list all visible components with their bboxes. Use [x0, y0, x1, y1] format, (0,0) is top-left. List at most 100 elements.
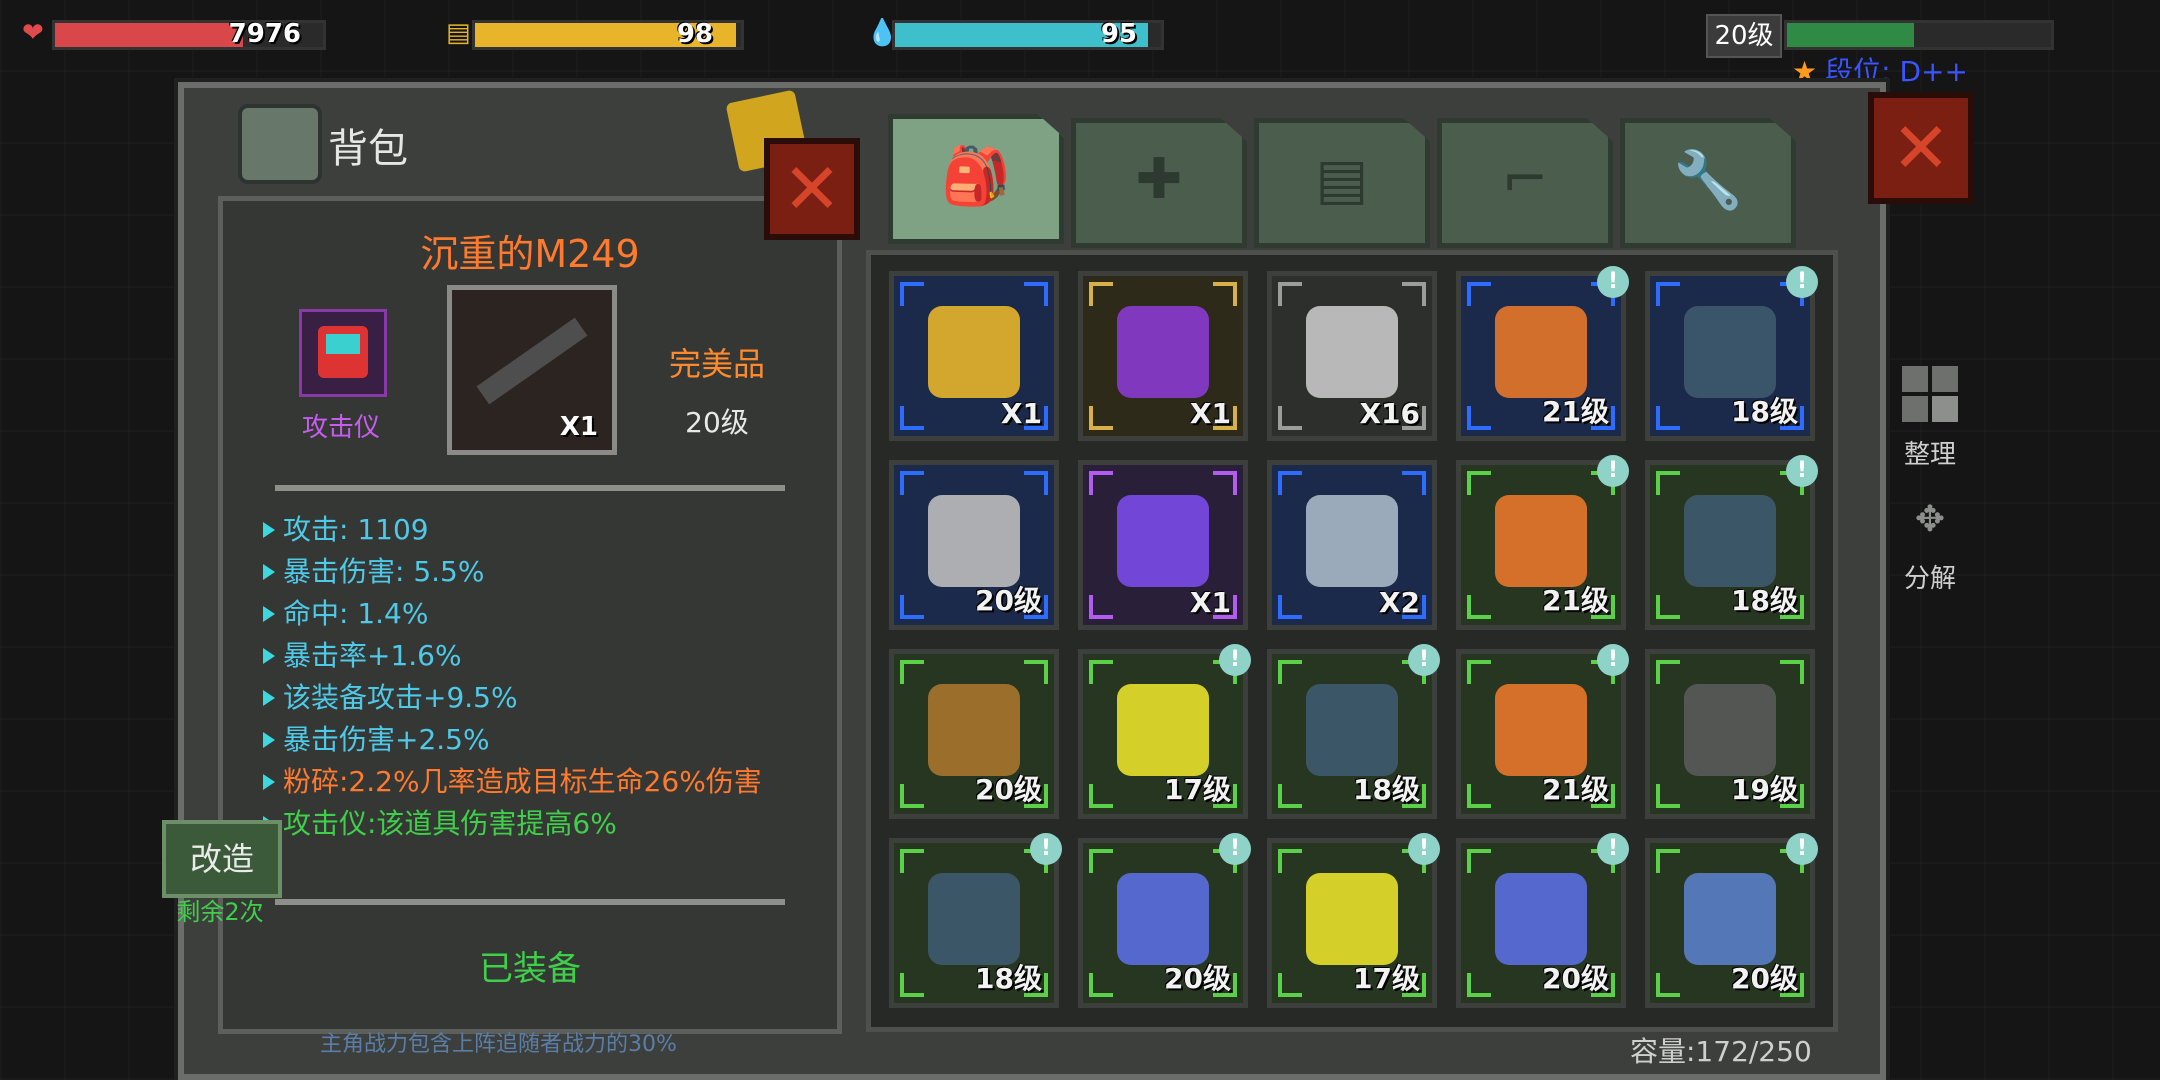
item-quality: 完美品	[668, 345, 765, 383]
cap-icon	[1306, 684, 1398, 776]
slot-corner	[1656, 471, 1680, 495]
sort-button[interactable]: 整理	[1890, 366, 1970, 471]
close-icon: ✕	[1891, 107, 1951, 189]
slot-corner	[1656, 849, 1680, 873]
cap-icon	[928, 873, 1020, 965]
health-value: 7976	[228, 19, 301, 49]
food-bar: 98	[472, 19, 744, 50]
backpack-icon	[238, 104, 322, 184]
blue-helmet-icon	[1495, 873, 1587, 965]
inventory-slot[interactable]: X1	[1078, 271, 1248, 441]
slot-corner	[1467, 471, 1491, 495]
inventory-slot[interactable]: X2	[1267, 460, 1437, 630]
slot-corner	[1467, 406, 1491, 430]
slot-corner	[900, 784, 924, 808]
slot-label: 18级	[1731, 584, 1798, 617]
materials-icon: ▤	[1315, 147, 1369, 212]
inventory-slot[interactable]: 17级!	[1078, 644, 1251, 819]
taser-gun-icon	[1306, 873, 1398, 965]
inventory-slot[interactable]: 20级!	[1456, 833, 1629, 1008]
stat-line: 攻击仪:该道具伤害提高6%	[263, 803, 762, 845]
stat-line: 攻击: 1109	[263, 509, 762, 551]
inventory-slot[interactable]: 21级!	[1456, 455, 1629, 630]
slot-corner	[1089, 973, 1113, 997]
slot-label: 17级	[1353, 962, 1420, 995]
stat-line: 该装备攻击+9.5%	[263, 677, 762, 719]
weapon-slot[interactable]: X1	[447, 285, 617, 455]
modify-button[interactable]: 改造	[162, 820, 282, 898]
inventory-slot[interactable]: 20级	[889, 460, 1059, 630]
tab-materials[interactable]: ▤	[1254, 118, 1430, 248]
attack-device-icon[interactable]	[299, 309, 387, 397]
tab-backpack[interactable]: 🎒	[888, 114, 1064, 244]
slot-label: 21级	[1542, 773, 1609, 806]
stat-list: 攻击: 1109 暴击伤害: 5.5% 命中: 1.4% 暴击率+1.6% 该装备攻击+…	[263, 509, 762, 845]
dismantle-label: 分解	[1903, 564, 1956, 594]
slot-corner	[1213, 471, 1237, 495]
map-icon	[1306, 495, 1398, 587]
close-detail-button[interactable]: ✕	[764, 138, 860, 240]
blue-helmet-icon	[1117, 873, 1209, 965]
slot-corner	[1467, 849, 1491, 873]
new-item-badge-icon: !	[1408, 644, 1440, 676]
inventory-slot[interactable]: X16	[1267, 271, 1437, 441]
slot-corner	[1656, 282, 1680, 306]
slot-label: 20级	[975, 584, 1042, 617]
slot-corner	[1089, 784, 1113, 808]
slot-label: 20级	[1164, 962, 1231, 995]
xp-bar	[1784, 20, 2054, 50]
orange-jacket-icon	[1495, 684, 1587, 776]
slot-corner	[1278, 849, 1302, 873]
slot-corner	[1656, 595, 1680, 619]
slot-corner	[900, 849, 924, 873]
inventory-slot[interactable]: 20级!	[1645, 833, 1818, 1008]
tab-weapons[interactable]: ⌐	[1437, 118, 1613, 248]
orange-jacket-icon	[1495, 495, 1587, 587]
food-value: 98	[676, 19, 713, 49]
new-item-badge-icon: !	[1408, 833, 1440, 865]
inventory-slot[interactable]: 18级!	[889, 833, 1062, 1008]
inventory-slot[interactable]: 20级	[889, 649, 1059, 819]
inventory-slot[interactable]: X1	[889, 271, 1059, 441]
water-value: 95	[1100, 19, 1137, 49]
slot-label: 18级	[1353, 773, 1420, 806]
new-item-badge-icon: !	[1786, 455, 1818, 487]
machete-icon	[928, 495, 1020, 587]
divider	[275, 485, 785, 491]
equipped-status: 已装备	[479, 949, 581, 989]
slot-label: 18级	[1731, 395, 1798, 428]
inventory-slot[interactable]: 18级!	[1645, 266, 1818, 441]
new-item-badge-icon: !	[1597, 833, 1629, 865]
divider	[275, 899, 785, 905]
inventory-slot[interactable]: 20级!	[1078, 833, 1251, 1008]
inventory-slot[interactable]: 21级!	[1456, 644, 1629, 819]
inventory-slot[interactable]: 17级!	[1267, 833, 1440, 1008]
close-panel-button[interactable]: ✕	[1868, 92, 1974, 204]
slot-corner	[900, 973, 924, 997]
slot-corner	[900, 471, 924, 495]
inventory-slot[interactable]: 18级!	[1645, 455, 1818, 630]
inventory-slot[interactable]: 19级	[1645, 649, 1815, 819]
tab-medical[interactable]: ✚	[1071, 118, 1247, 248]
medkit-icon: ✚	[1135, 147, 1183, 212]
slot-corner	[1089, 471, 1113, 495]
cap-icon	[1684, 495, 1776, 587]
new-item-badge-icon: !	[1597, 644, 1629, 676]
slot-corner	[1278, 595, 1302, 619]
inventory-slot[interactable]: 21级!	[1456, 266, 1629, 441]
slot-corner	[1402, 282, 1426, 306]
inventory-slot[interactable]: 18级!	[1267, 644, 1440, 819]
dismantle-button[interactable]: ✥ 分解	[1890, 490, 1970, 595]
inventory-slot[interactable]: X1	[1078, 460, 1248, 630]
slot-corner	[1278, 282, 1302, 306]
slot-corner	[1278, 973, 1302, 997]
slot-corner	[1089, 406, 1113, 430]
slot-corner	[900, 282, 924, 306]
tab-tools[interactable]: 🔧	[1620, 118, 1796, 248]
slot-label: 18级	[975, 962, 1042, 995]
slot-label: X16	[1359, 397, 1420, 430]
slot-label: X1	[1189, 397, 1231, 430]
slot-label: X2	[1378, 586, 1420, 619]
health-bar-fill	[55, 23, 243, 47]
slot-corner	[1278, 406, 1302, 430]
